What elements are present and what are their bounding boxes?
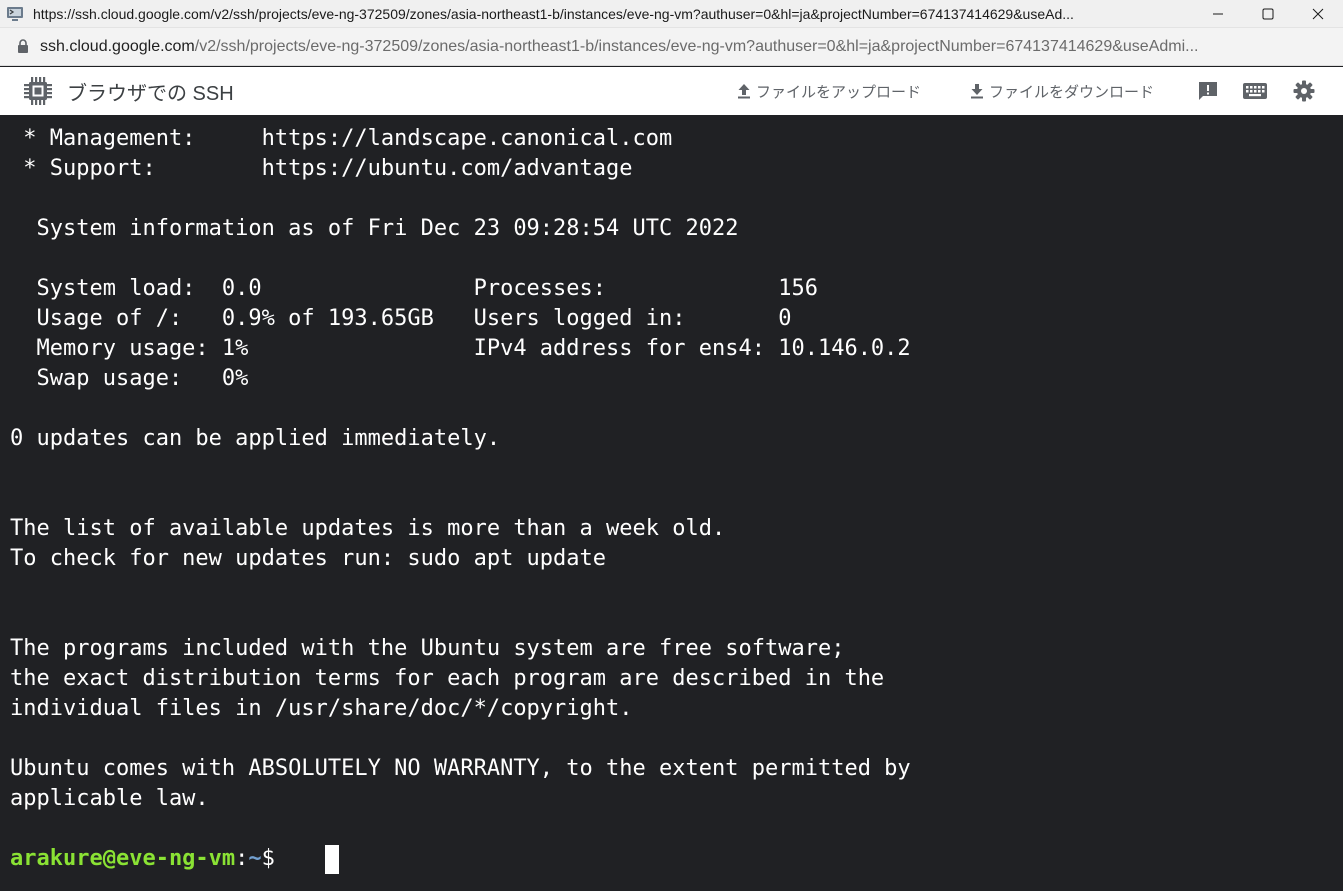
shell-prompt[interactable]: arakure@eve-ng-vm:~$ — [10, 844, 288, 874]
terminal-line: To check for new updates run: sudo apt u… — [10, 546, 607, 571]
window-title-bar: https://ssh.cloud.google.com/v2/ssh/proj… — [0, 0, 1343, 28]
close-icon — [1312, 8, 1324, 20]
ssh-window-icon — [5, 4, 25, 24]
terminal-line: the exact distribution terms for each pr… — [10, 666, 885, 691]
window-title: https://ssh.cloud.google.com/v2/ssh/proj… — [33, 5, 1074, 22]
url-host: ssh.cloud.google.com — [40, 37, 195, 55]
minimize-button[interactable] — [1193, 0, 1243, 28]
terminal-line: * Management: https://landscape.canonica… — [10, 126, 673, 151]
terminal-line: The list of available updates is more th… — [10, 516, 726, 541]
close-button[interactable] — [1293, 0, 1343, 28]
download-icon — [971, 84, 983, 99]
upload-file-button[interactable]: ファイルをアップロード — [735, 67, 921, 115]
upload-icon — [738, 84, 750, 99]
terminal-line: Ubuntu comes with ABSOLUTELY NO WARRANTY… — [10, 756, 911, 781]
prompt-symbol: $ — [261, 846, 289, 871]
keyboard-icon — [1243, 83, 1267, 99]
terminal-line: 0 updates can be applied immediately. — [10, 426, 501, 451]
chip-icon — [21, 74, 55, 108]
download-file-label: ファイルをダウンロード — [989, 82, 1155, 101]
terminal-line: applicable law. — [10, 786, 209, 811]
terminal-line: Memory usage: 1% IPv4 address for ens4: … — [10, 336, 911, 361]
terminal[interactable]: * Management: https://landscape.canonica… — [0, 115, 1343, 891]
url-path: /v2/ssh/projects/eve-ng-372509/zones/asi… — [194, 37, 1199, 55]
url-text[interactable]: ssh.cloud.google.com/v2/ssh/projects/eve… — [40, 38, 1340, 56]
download-file-button[interactable]: ファイルをダウンロード — [968, 67, 1154, 115]
prompt-path: ~ — [248, 846, 262, 871]
terminal-line: Swap usage: 0% — [10, 366, 249, 391]
lock-icon[interactable] — [17, 39, 31, 55]
terminal-line: The programs included with the Ubuntu sy… — [10, 636, 845, 661]
maximize-icon — [1262, 8, 1274, 20]
keyboard-button[interactable] — [1241, 77, 1269, 105]
terminal-line: System information as of Fri Dec 23 09:2… — [10, 216, 739, 241]
terminal-line: System load: 0.0 Processes: 156 — [10, 276, 818, 301]
terminal-cursor — [325, 845, 339, 874]
terminal-line: Usage of /: 0.9% of 193.65GB Users logge… — [10, 306, 792, 331]
app-title: ブラウザでの SSH — [67, 82, 234, 105]
feedback-icon — [1199, 82, 1217, 100]
maximize-button[interactable] — [1243, 0, 1293, 28]
prompt-user-host: arakure@eve-ng-vm — [10, 846, 236, 871]
terminal-line: individual files in /usr/share/doc/*/cop… — [10, 696, 633, 721]
settings-button[interactable] — [1290, 77, 1318, 105]
minimize-icon — [1213, 13, 1223, 15]
feedback-button[interactable] — [1194, 77, 1222, 105]
upload-file-label: ファイルをアップロード — [756, 82, 922, 101]
prompt-separator: : — [235, 846, 249, 871]
ssh-toolbar: ブラウザでの SSH ファイルをアップロード ファイルをダウンロード — [0, 67, 1343, 115]
terminal-line: * Support: https://ubuntu.com/advantage — [10, 156, 633, 181]
window-controls — [1193, 0, 1343, 28]
address-bar[interactable]: ssh.cloud.google.com/v2/ssh/projects/eve… — [0, 28, 1343, 66]
settings-icon — [1293, 80, 1315, 102]
